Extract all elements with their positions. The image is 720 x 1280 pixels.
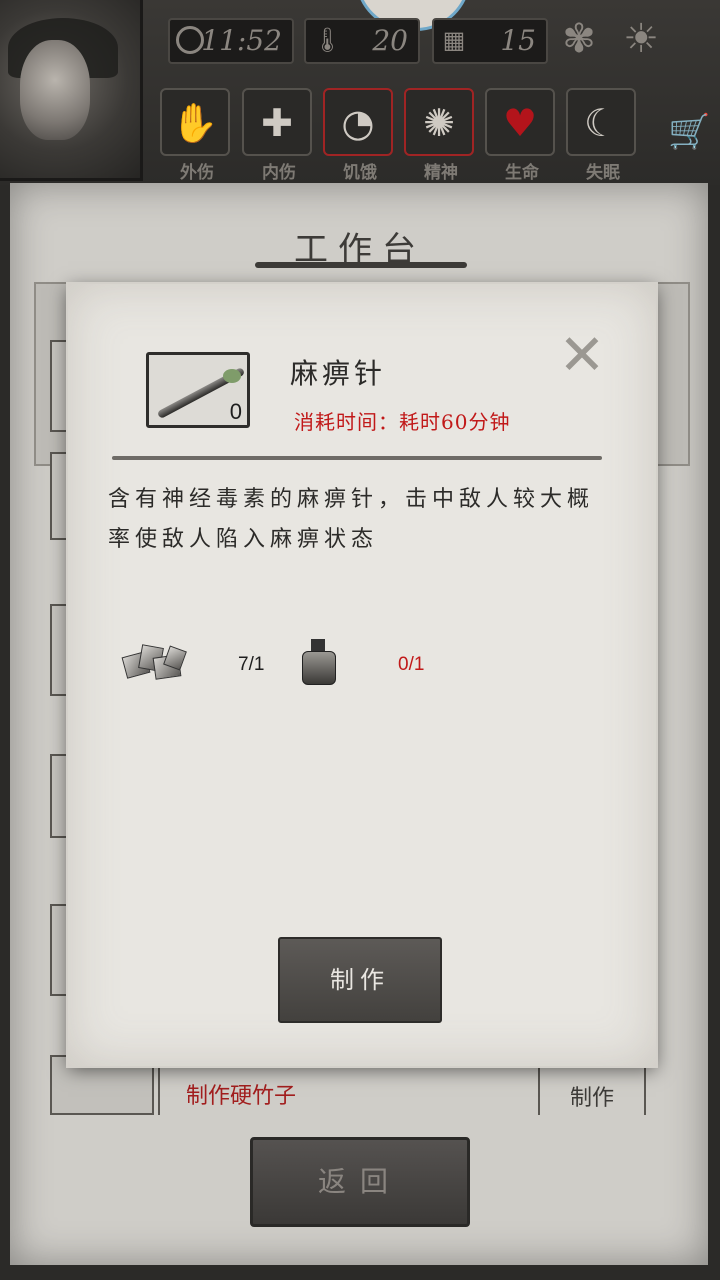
status-label: 内伤	[262, 163, 296, 183]
item-count: 0	[229, 399, 242, 424]
item-description: 含有神经毒素的麻痹针，击中敌人较大概率使敌人陷入麻痹状态	[108, 487, 595, 552]
status-mental[interactable]: ✺ 精神	[404, 88, 474, 183]
item-slot: 0	[146, 352, 250, 428]
title-underline	[255, 262, 467, 268]
bottle-icon	[300, 639, 336, 685]
clock-icon	[176, 26, 204, 54]
top-hud: 11:52 🌡 20 ▦ 15 ✾ ☀ ✋ 外伤 ✚ 内伤 ◔ 饥饿 ✺ 精神 …	[0, 0, 720, 185]
stomach-icon: ◔	[341, 101, 375, 145]
divider	[112, 456, 602, 460]
thermometer-icon: 🌡	[312, 26, 343, 54]
character-portrait[interactable]	[0, 0, 143, 181]
back-button[interactable]: 返回	[250, 1137, 470, 1227]
time-cost: 消耗时间：耗时60分钟	[294, 410, 511, 434]
status-label: 精神	[424, 163, 458, 183]
status-label: 失眠	[586, 163, 620, 183]
status-external-injury[interactable]: ✋ 外伤	[160, 88, 230, 183]
material-qty: 0/1	[398, 654, 425, 675]
heart-icon: ♥	[502, 101, 538, 145]
status-label: 饥饿	[343, 163, 377, 183]
make-button[interactable]: 制作	[278, 937, 442, 1023]
status-label: 生命	[505, 163, 539, 183]
time-value: 11:52	[201, 24, 282, 57]
moon-icon: ☾	[583, 101, 619, 145]
close-icon[interactable]: ✕	[556, 328, 608, 384]
sun-icon[interactable]: ☀	[618, 16, 664, 62]
cart-icon[interactable]: 🛒	[668, 112, 710, 152]
craft-detail-modal: 0 麻痹针 消耗时间：耗时60分钟 ✕ 含有神经毒素的麻痹针，击中敌人较大概率使…	[68, 284, 656, 1066]
status-label: 外伤	[180, 163, 214, 183]
time-display: 11:52	[168, 18, 294, 64]
status-internal-injury[interactable]: ✚ 内伤	[242, 88, 312, 183]
item-name: 麻痹针	[290, 357, 387, 390]
status-life[interactable]: ♥ 生命	[485, 88, 555, 183]
leaf-icon[interactable]: ✾	[556, 16, 602, 62]
brain-icon: ✺	[423, 101, 455, 145]
material-qty: 7/1	[238, 654, 265, 675]
temperature-display: 🌡 20	[304, 18, 420, 64]
status-insomnia[interactable]: ☾ 失眠	[566, 88, 636, 183]
day-value: 15	[500, 24, 536, 57]
poison-drop	[223, 369, 241, 383]
temperature-value: 20	[372, 24, 408, 57]
day-display: ▦ 15	[432, 18, 548, 64]
hand-icon: ✋	[171, 101, 219, 145]
calendar-icon: ▦	[442, 26, 466, 54]
portrait-face	[20, 40, 90, 140]
status-hunger[interactable]: ◔ 饥饿	[323, 88, 393, 183]
cross-icon: ✚	[261, 101, 293, 145]
ore-icon	[121, 644, 187, 680]
